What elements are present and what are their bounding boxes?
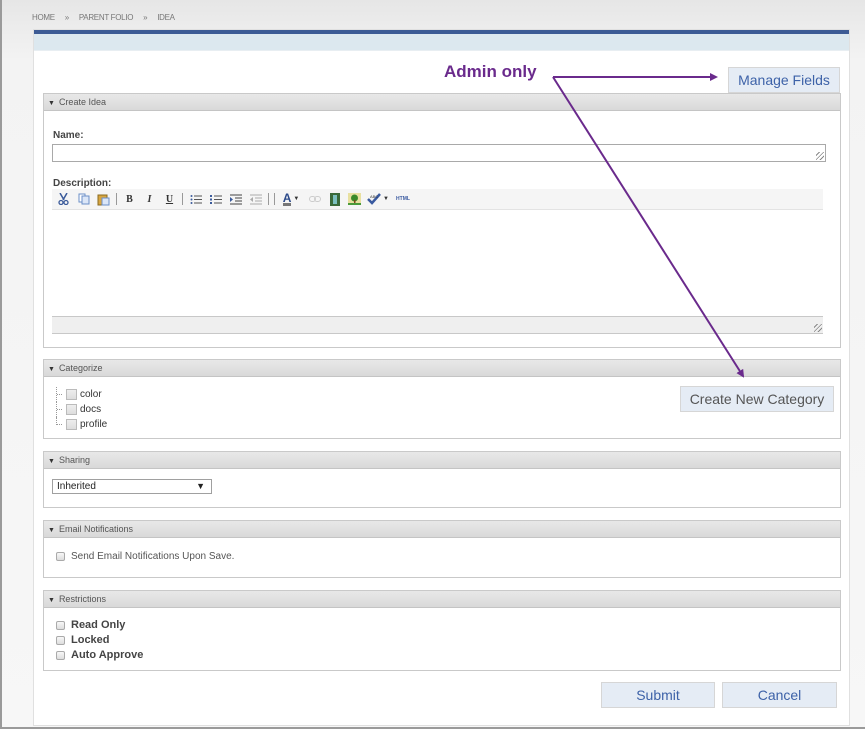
category-checkbox[interactable] <box>66 404 77 415</box>
font-color-icon[interactable]: A ▼ <box>280 192 302 207</box>
breadcrumb-parent-folio[interactable]: PARENT FOLIO <box>79 13 134 22</box>
sub-header-bar <box>34 34 849 51</box>
indent-icon[interactable] <box>228 192 243 207</box>
collapse-triangle-icon: ▼ <box>48 366 55 373</box>
email-notifications-panel: ▼ Email Notifications Send Email Notifica… <box>43 520 841 578</box>
email-notify-checkbox[interactable] <box>56 552 65 561</box>
tree-connector <box>56 387 66 402</box>
locked-option[interactable]: Locked <box>56 634 110 646</box>
restrictions-header[interactable]: ▼ Restrictions <box>44 591 840 608</box>
locked-checkbox[interactable] <box>56 635 65 645</box>
page-container: Manage Fields ▼ Create Idea Name: Descrip… <box>33 29 850 726</box>
collapse-triangle-icon: ▼ <box>48 527 55 534</box>
svg-text:ABC: ABC <box>370 194 378 199</box>
email-notifications-header[interactable]: ▼ Email Notifications <box>44 521 840 538</box>
panel-title: Email Notifications <box>58 524 133 534</box>
collapse-triangle-icon: ▼ <box>48 458 55 465</box>
category-label: color <box>80 389 102 400</box>
tree-connector <box>56 417 66 425</box>
read-only-option[interactable]: Read Only <box>56 619 125 631</box>
toolbar-separator <box>268 193 269 205</box>
category-tree: color docs profile <box>56 387 107 432</box>
read-only-checkbox[interactable] <box>56 620 65 630</box>
panel-title: Restrictions <box>58 594 106 604</box>
description-editor[interactable] <box>52 211 823 316</box>
locked-label: Locked <box>71 634 110 646</box>
restrictions-panel: ▼ Restrictions Read Only Locked Auto Appr… <box>43 590 841 671</box>
breadcrumb-separator: » <box>143 13 148 22</box>
link-icon[interactable] <box>307 192 322 207</box>
panel-title: Categorize <box>58 363 103 373</box>
image-icon[interactable] <box>347 192 362 207</box>
editor-status-bar <box>52 316 823 334</box>
admin-only-annotation: Admin only <box>444 62 537 81</box>
bullet-list-icon[interactable] <box>188 192 203 207</box>
breadcrumb: HOME » PARENT FOLIO » IDEA <box>32 13 175 22</box>
panel-title: Sharing <box>58 455 90 465</box>
category-item[interactable]: docs <box>56 402 107 417</box>
paste-icon[interactable] <box>96 192 111 207</box>
collapse-triangle-icon: ▼ <box>48 100 55 107</box>
italic-icon[interactable]: I <box>142 192 157 207</box>
html-source-icon[interactable]: HTML <box>394 192 412 207</box>
underline-icon[interactable]: U <box>162 192 177 207</box>
categorize-panel: ▼ Categorize color docs profile Create Ne… <box>43 359 841 439</box>
create-idea-header[interactable]: ▼ Create Idea <box>44 94 840 111</box>
manage-fields-button[interactable]: Manage Fields <box>728 67 840 93</box>
dropdown-arrow-icon: ▼ <box>196 481 205 491</box>
bold-icon[interactable]: B <box>122 192 137 207</box>
toolbar-separator <box>182 193 183 205</box>
category-item[interactable]: profile <box>56 417 107 432</box>
create-new-category-button[interactable]: Create New Category <box>680 386 834 412</box>
email-notify-option[interactable]: Send Email Notifications Upon Save. <box>56 551 234 562</box>
numbered-list-icon[interactable] <box>208 192 223 207</box>
auto-approve-label: Auto Approve <box>71 649 144 661</box>
category-checkbox[interactable] <box>66 389 77 400</box>
resize-handle-icon[interactable] <box>814 324 822 332</box>
auto-approve-checkbox[interactable] <box>56 650 65 660</box>
sharing-selected-value: Inherited <box>57 481 96 492</box>
category-label: profile <box>80 419 108 430</box>
resize-handle-icon[interactable] <box>816 152 824 160</box>
category-checkbox[interactable] <box>66 419 77 430</box>
spellcheck-icon[interactable]: ABC ▼ <box>367 192 389 207</box>
toolbar-separator <box>274 193 275 205</box>
toolbar-separator <box>116 193 117 205</box>
cancel-button[interactable]: Cancel <box>722 682 837 708</box>
copy-icon[interactable] <box>76 192 91 207</box>
collapse-triangle-icon: ▼ <box>48 597 55 604</box>
media-icon[interactable] <box>327 192 342 207</box>
breadcrumb-separator: » <box>64 13 69 22</box>
submit-button[interactable]: Submit <box>601 682 715 708</box>
auto-approve-option[interactable]: Auto Approve <box>56 649 143 661</box>
description-label: Description: <box>53 178 112 189</box>
read-only-label: Read Only <box>71 619 126 631</box>
outdent-icon[interactable] <box>248 192 263 207</box>
panel-title: Create Idea <box>58 97 106 107</box>
cut-icon[interactable] <box>56 192 71 207</box>
name-input[interactable] <box>52 144 826 162</box>
category-item[interactable]: color <box>56 387 107 402</box>
sharing-select[interactable]: Inherited ▼ <box>52 479 212 494</box>
sharing-panel: ▼ Sharing Inherited ▼ <box>43 451 841 508</box>
category-label: docs <box>80 404 102 415</box>
editor-toolbar: B I U A ▼ ABC ▼ HTML <box>52 189 823 210</box>
sharing-header[interactable]: ▼ Sharing <box>44 452 840 469</box>
name-label: Name: <box>53 130 84 141</box>
breadcrumb-idea: IDEA <box>157 13 175 22</box>
email-notify-label: Send Email Notifications Upon Save. <box>71 551 235 562</box>
breadcrumb-home[interactable]: HOME <box>32 13 55 22</box>
tree-connector <box>56 402 66 417</box>
create-idea-panel: ▼ Create Idea Name: Description: B I U A ▼… <box>43 93 841 348</box>
categorize-header[interactable]: ▼ Categorize <box>44 360 840 377</box>
